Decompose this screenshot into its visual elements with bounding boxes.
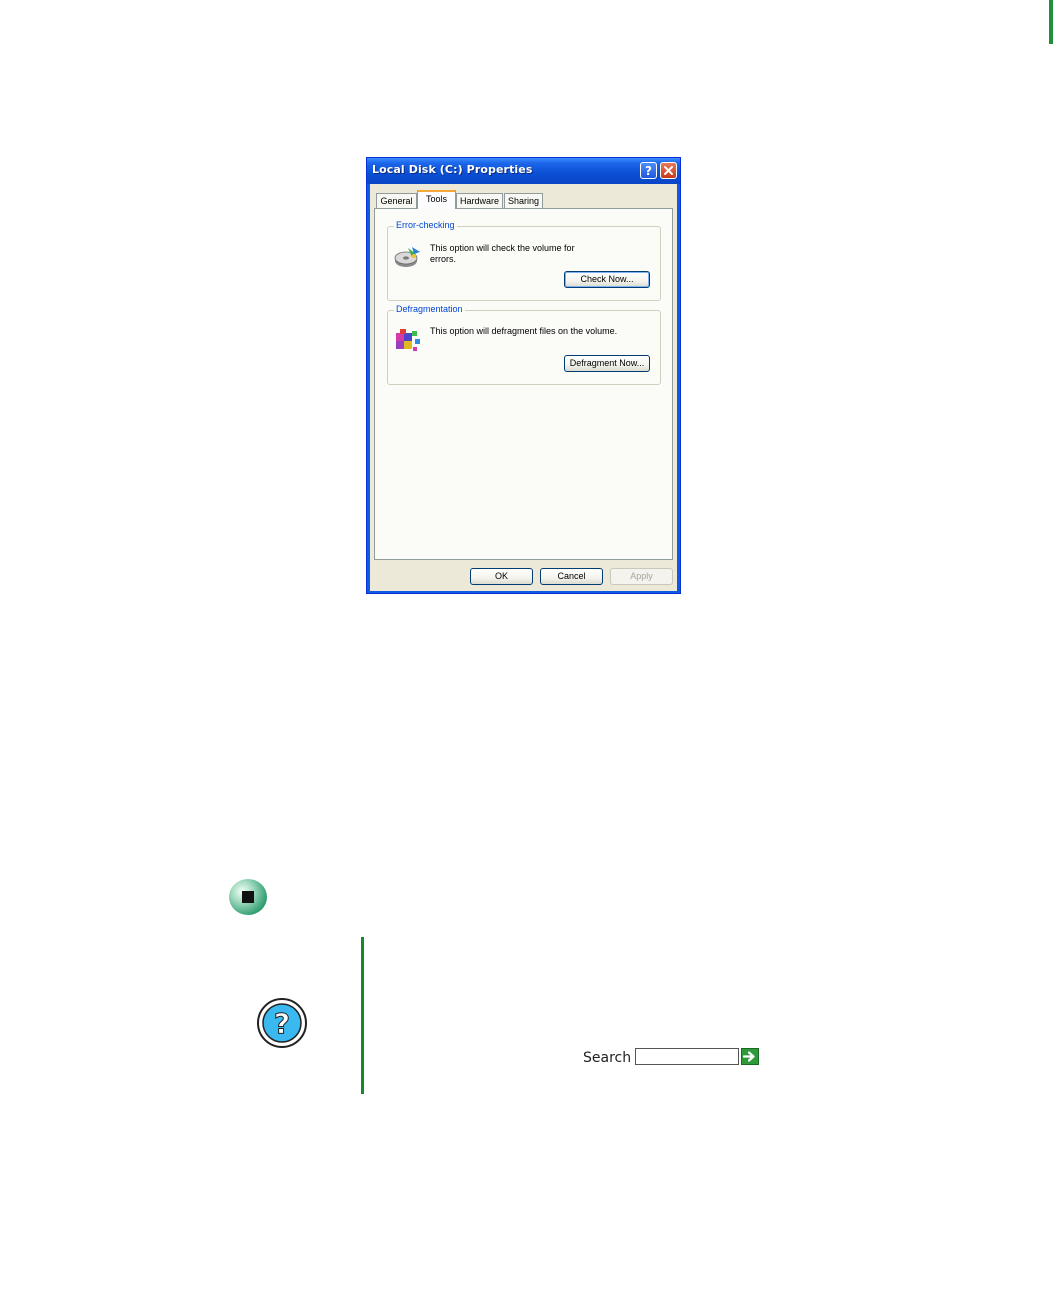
- close-button[interactable]: [660, 162, 677, 179]
- tab-sharing[interactable]: Sharing: [504, 193, 543, 208]
- dialog-client-area: General Tools Hardware Sharing Error-che…: [370, 184, 677, 591]
- defragmentation-description: This option will defragment files on the…: [430, 326, 618, 336]
- tab-hardware[interactable]: Hardware: [456, 193, 503, 208]
- section-end-icon: [229, 879, 267, 915]
- search-input[interactable]: [635, 1048, 739, 1065]
- search-label: Search: [583, 1050, 632, 1066]
- tools-tab-panel: Error-checking This option will check th…: [374, 208, 673, 560]
- tab-general[interactable]: General: [376, 193, 417, 208]
- title-bar[interactable]: Local Disk (C:) Properties ?: [367, 158, 680, 184]
- check-now-button[interactable]: Check Now...: [564, 271, 650, 288]
- defragmentation-heading: Defragmentation: [394, 304, 465, 314]
- help-panel-divider: [361, 937, 364, 1094]
- help-button[interactable]: ?: [640, 162, 657, 179]
- error-checking-heading: Error-checking: [394, 220, 457, 230]
- question-mark-icon: ?: [257, 998, 307, 1048]
- cancel-button[interactable]: Cancel: [540, 568, 603, 585]
- defragment-icon: [396, 329, 420, 351]
- error-checking-group: Error-checking This option will check th…: [387, 220, 661, 301]
- dialog-title: Local Disk (C:) Properties: [372, 163, 533, 176]
- defragmentation-group: Defragmentation This option will defragm…: [387, 304, 661, 385]
- defragment-now-button[interactable]: Defragment Now...: [564, 355, 650, 372]
- close-icon: [664, 166, 673, 175]
- apply-button[interactable]: Apply: [610, 568, 673, 585]
- disk-check-icon: [394, 247, 420, 267]
- error-checking-description: This option will check the volume for er…: [430, 243, 575, 264]
- tab-tools[interactable]: Tools: [417, 190, 456, 209]
- properties-dialog: Local Disk (C:) Properties ? General Too…: [366, 157, 681, 594]
- green-arrow-icon[interactable]: [741, 1048, 759, 1065]
- question-icon: ?: [645, 164, 652, 178]
- svg-text:?: ?: [645, 164, 652, 178]
- page-edge-rule: [1049, 0, 1053, 44]
- ok-button[interactable]: OK: [470, 568, 533, 585]
- svg-text:?: ?: [274, 1007, 290, 1040]
- stop-square-icon: [242, 891, 254, 903]
